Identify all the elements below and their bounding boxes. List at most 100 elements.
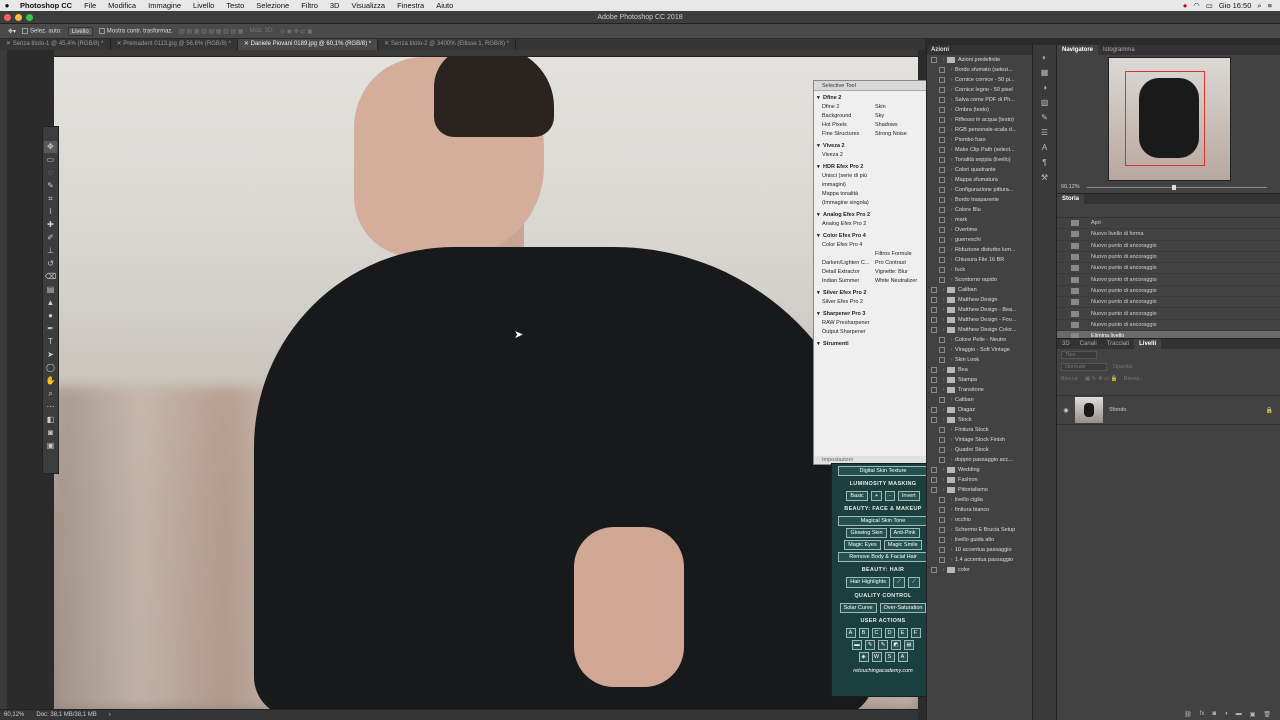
action-toggle-checkbox[interactable] xyxy=(939,217,945,223)
expand-arrow-icon[interactable]: › xyxy=(948,557,955,563)
action-toggle-checkbox[interactable] xyxy=(939,87,945,93)
color-panel-icon[interactable]: ◐ xyxy=(1042,53,1047,62)
flatten-icon[interactable]: ▬ xyxy=(852,640,862,650)
action-toggle-checkbox[interactable] xyxy=(931,377,937,383)
action-item[interactable]: › Riflesso in acqua (testo) xyxy=(927,115,1032,125)
action-item[interactable]: › Viraggio - Soft Vintage xyxy=(927,345,1032,355)
action-item[interactable]: › Cornice cornice - 50 pi... xyxy=(927,75,1032,85)
expand-arrow-icon[interactable]: › xyxy=(948,257,955,263)
website-link[interactable]: retouchingacademy.com xyxy=(832,668,934,674)
selective-filter-button[interactable]: Analog Efex Pro 2 xyxy=(822,220,875,229)
layer-row[interactable]: ◉ Sfondo 🔒 xyxy=(1057,395,1280,425)
action-toggle-checkbox[interactable] xyxy=(939,427,945,433)
action-toggle-checkbox[interactable] xyxy=(939,347,945,353)
expand-arrow-icon[interactable]: › xyxy=(948,167,955,173)
action-toggle-checkbox[interactable] xyxy=(939,457,945,463)
tab-history[interactable]: Storia xyxy=(1057,194,1085,204)
expand-arrow-icon[interactable]: › xyxy=(948,437,955,443)
action-item[interactable]: › Vintage Stock Finish xyxy=(927,435,1032,445)
action-item[interactable]: › Bea xyxy=(927,365,1032,375)
action-item[interactable]: › Salva come PDF di Ph... xyxy=(927,95,1032,105)
new-layer-icon[interactable]: ▣ xyxy=(1250,711,1256,718)
selective-filter-button[interactable]: Mappa tonalità (Immagine singola) xyxy=(822,190,875,208)
zoom-window-button[interactable] xyxy=(26,14,33,21)
tab-paths[interactable]: Tracciati xyxy=(1102,339,1134,349)
layer-filter-select[interactable]: Tipo xyxy=(1061,351,1097,359)
zoom-tool-icon[interactable]: ⌕ xyxy=(44,388,57,400)
action-toggle-checkbox[interactable] xyxy=(931,307,937,313)
blend-mode-select[interactable]: Normale xyxy=(1061,363,1107,371)
menu-selezione[interactable]: Selezione xyxy=(250,1,295,10)
lasso-tool-icon[interactable]: ◌ xyxy=(44,167,57,179)
edit-icon[interactable]: ✎ xyxy=(878,640,888,650)
action-item[interactable]: › Cornice legno - 50 pixel xyxy=(927,85,1032,95)
clone-stamp-icon[interactable]: ⊥ xyxy=(44,245,57,257)
quick-mask-icon[interactable]: ◙ xyxy=(44,427,57,439)
expand-arrow-icon[interactable]: › xyxy=(948,117,955,123)
marquee-tool-icon[interactable]: ▭ xyxy=(44,154,57,166)
show-transform-checkbox[interactable]: Mostra contr. trasformaz. xyxy=(98,27,173,34)
selective-filter-button[interactable]: Skin xyxy=(875,103,928,112)
history-state[interactable]: Apri xyxy=(1057,218,1280,230)
action-toggle-checkbox[interactable] xyxy=(939,267,945,273)
solar-curve-button[interactable]: Solar Curve xyxy=(839,603,877,613)
eraser-tool-icon[interactable]: ⌫ xyxy=(44,271,57,283)
actions-panel-title[interactable]: Azioni xyxy=(927,45,1032,55)
selective-filter-button[interactable]: Unisci (serie di più immagini) xyxy=(822,172,875,190)
selective-filter-button[interactable]: Dfine 2 xyxy=(822,103,875,112)
action-toggle-checkbox[interactable] xyxy=(931,327,937,333)
brush-icon[interactable]: ⟋ xyxy=(907,577,920,588)
selective-filter-button[interactable] xyxy=(875,328,928,337)
expand-arrow-icon[interactable]: › xyxy=(940,477,947,483)
expand-arrow-icon[interactable]: › xyxy=(940,467,947,473)
action-toggle-checkbox[interactable] xyxy=(939,197,945,203)
expand-arrow-icon[interactable]: › xyxy=(948,137,955,143)
action-item[interactable]: › 1.4 accentua passaggio xyxy=(927,555,1032,565)
menu-visualizza[interactable]: Visualizza xyxy=(345,1,391,10)
selective-filter-button[interactable] xyxy=(875,151,928,160)
move-tool-icon[interactable]: ✥▾ xyxy=(8,28,16,35)
menu-immagine[interactable]: Immagine xyxy=(142,1,187,10)
action-item[interactable]: › Piombo fuso xyxy=(927,135,1032,145)
screen-mode-icon[interactable]: ▣ xyxy=(44,440,57,452)
paragraph-icon[interactable]: ¶ xyxy=(1042,158,1046,167)
basic-button[interactable]: Basic xyxy=(846,491,868,501)
selective-section-header[interactable]: Strumenti xyxy=(814,337,932,349)
menu-finestra[interactable]: Finestra xyxy=(391,1,430,10)
doc-tab[interactable]: ✕ Senza titolo-1 @ 45,4% (RGB/8) * xyxy=(0,39,111,50)
history-state[interactable]: Nuovo punto di ancoraggio xyxy=(1057,297,1280,309)
gradient-tool-icon[interactable]: ▤ xyxy=(44,284,57,296)
action-item[interactable]: › Matthew Design Color... xyxy=(927,325,1032,335)
expand-arrow-icon[interactable]: › xyxy=(948,187,955,193)
healing-brush-icon[interactable]: ✚ xyxy=(44,219,57,231)
view-proxy-box[interactable] xyxy=(1125,71,1205,166)
selective-section-header[interactable]: HDR Efex Pro 2 xyxy=(814,160,932,172)
expand-arrow-icon[interactable]: › xyxy=(948,107,955,113)
expand-arrow-icon[interactable]: › xyxy=(948,207,955,213)
brush-icon[interactable]: ⟋ xyxy=(893,577,905,588)
expand-arrow-icon[interactable]: › xyxy=(948,97,955,103)
expand-arrow-icon[interactable]: › xyxy=(948,127,955,133)
selective-section-header[interactable]: Dfine 2 xyxy=(814,91,932,103)
expand-arrow-icon[interactable]: › xyxy=(948,237,955,243)
selective-filter-button[interactable] xyxy=(875,172,928,190)
expand-arrow-icon[interactable]: › xyxy=(948,227,955,233)
action-toggle-checkbox[interactable] xyxy=(939,357,945,363)
selective-tool-title[interactable]: Selective Tool xyxy=(814,81,932,91)
record-icon[interactable]: ● xyxy=(1183,1,1188,10)
over-saturation-button[interactable]: Over-Saturation xyxy=(879,603,927,613)
action-item[interactable]: › Colore Pelle - Neutro xyxy=(927,335,1032,345)
selective-filter-button[interactable]: Hot Pixels xyxy=(822,121,875,130)
selective-filter-button[interactable]: Background xyxy=(822,112,875,121)
action-item[interactable]: › Fashion xyxy=(927,475,1032,485)
selective-filter-button[interactable] xyxy=(875,220,928,229)
expand-arrow-icon[interactable]: › xyxy=(948,177,955,183)
fx-icon[interactable]: fx xyxy=(1200,711,1205,717)
fill-icon[interactable]: ◩ xyxy=(891,640,901,650)
doc-tab-active[interactable]: ✕ Daniele Piovani 0189.jpg @ 60,1% (RGB/… xyxy=(237,39,379,50)
action-toggle-checkbox[interactable] xyxy=(931,387,937,393)
auto-select-checkbox[interactable]: Selez. auto: xyxy=(22,27,62,34)
adjustment-layer-icon[interactable]: ◑ xyxy=(1224,711,1228,717)
selective-filter-button[interactable]: RAW Presharpener xyxy=(822,319,875,328)
action-item[interactable]: › Overtime xyxy=(927,225,1032,235)
